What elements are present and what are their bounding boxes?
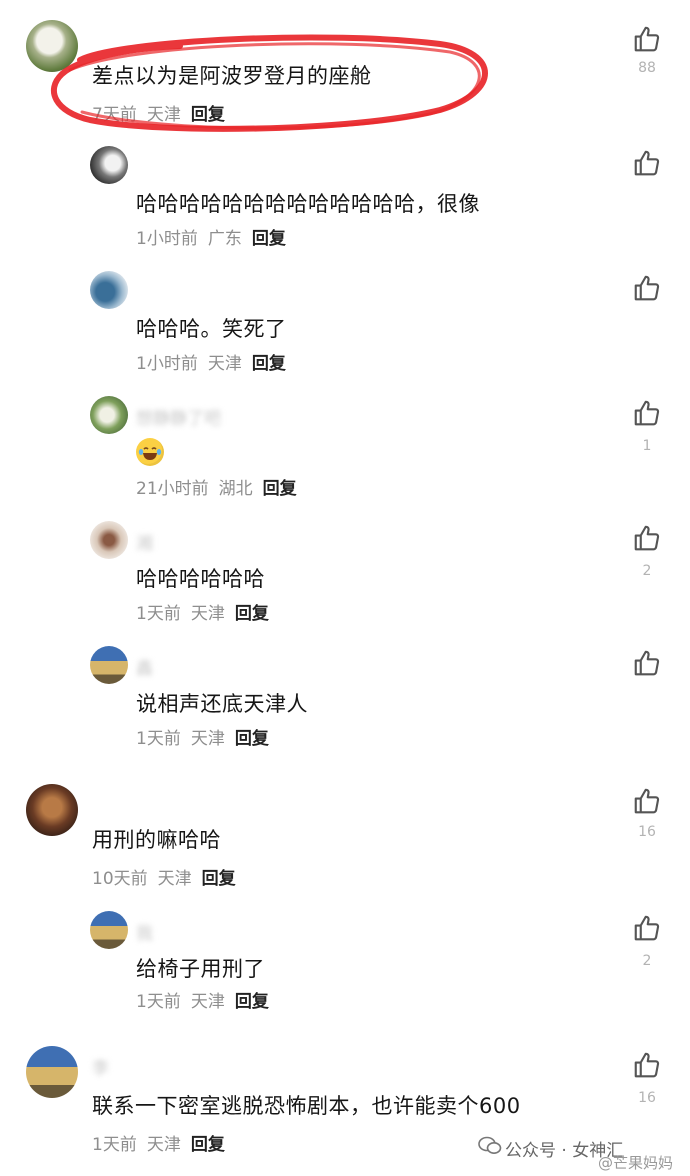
comment-location: 天津 xyxy=(146,1135,181,1155)
comment-time: 1小时前 xyxy=(136,229,198,249)
comment-meta: 1天前 天津 回复 xyxy=(136,987,279,1012)
comment-time: 1天前 xyxy=(136,992,181,1012)
like-count: 88 xyxy=(638,60,656,76)
comment-location: 天津 xyxy=(146,105,181,125)
thumbs-up-icon[interactable] xyxy=(632,273,662,303)
comment-location: 天津 xyxy=(157,869,192,889)
comment-text: 差点以为是阿波罗登月的座舱 xyxy=(92,64,372,88)
thumbs-up-icon[interactable] xyxy=(632,648,662,678)
thumbs-up-icon[interactable] xyxy=(632,786,662,816)
comment-item: 用刑的嘛哈哈 10天前 天津 回复 16 xyxy=(0,770,690,900)
reply-button[interactable]: 回复 xyxy=(252,354,286,374)
reply-item: 我 给椅子用刑了 1天前 天津 回复 2 xyxy=(0,905,690,1030)
reply-button[interactable]: 回复 xyxy=(252,229,286,249)
avatar[interactable] xyxy=(90,646,128,684)
laughing-tears-emoji-icon xyxy=(136,438,164,466)
comment-location: 广东 xyxy=(207,229,242,249)
like-count: 16 xyxy=(638,1090,656,1106)
comment-time: 7天前 xyxy=(92,105,137,125)
comment-time: 21小时前 xyxy=(136,479,209,499)
comment-time: 1天前 xyxy=(92,1135,137,1155)
comment-time: 1小时前 xyxy=(136,354,198,374)
reply-button[interactable]: 回复 xyxy=(235,992,269,1012)
comment-location: 天津 xyxy=(207,354,242,374)
comment-time: 1天前 xyxy=(136,604,181,624)
comment-meta: 1天前 天津 回复 xyxy=(136,724,279,749)
like-count: 1 xyxy=(642,438,652,454)
avatar[interactable] xyxy=(90,396,128,434)
username-blurred: 鑫 xyxy=(136,659,153,679)
comment-text: 说相声还底天津人 xyxy=(136,692,308,716)
username-blurred: 湘 xyxy=(136,534,153,554)
like-count: 2 xyxy=(642,563,652,579)
reply-item: 想静静了吧 21小时前 湖北 回复 1 xyxy=(0,390,690,515)
comment-time: 10天前 xyxy=(92,869,148,889)
comment-location: 湖北 xyxy=(218,479,253,499)
comment-meta: 21小时前 湖北 回复 xyxy=(136,474,307,499)
comment-text: 哈哈哈哈哈哈 xyxy=(136,567,265,591)
comment-meta: 1天前 天津 回复 xyxy=(136,599,279,624)
thumbs-up-icon[interactable] xyxy=(632,523,662,553)
weibo-watermark: @芒果妈妈 xyxy=(598,1154,674,1172)
thumbs-up-icon[interactable] xyxy=(632,398,662,428)
comment-meta: 1小时前 广东 回复 xyxy=(136,224,296,249)
avatar[interactable] xyxy=(90,146,128,184)
thumbs-up-icon[interactable] xyxy=(632,148,662,178)
comment-text: 哈哈哈。笑死了 xyxy=(136,317,287,341)
avatar[interactable] xyxy=(90,271,128,309)
username-blurred: 想静静了吧 xyxy=(136,409,221,429)
comment-location: 天津 xyxy=(190,604,225,624)
avatar[interactable] xyxy=(26,1046,78,1098)
comment-text: 用刑的嘛哈哈 xyxy=(92,828,221,852)
reply-item: 湘 哈哈哈哈哈哈 1天前 天津 回复 2 xyxy=(0,515,690,640)
comment-location: 天津 xyxy=(190,729,225,749)
comment-meta: 10天前 天津 回复 xyxy=(92,864,246,889)
wechat-logo-icon xyxy=(478,1136,502,1154)
like-count: 16 xyxy=(638,824,656,840)
comment-text: 联系一下密室逃脱恐怖剧本，也许能卖个600 xyxy=(92,1094,521,1118)
reply-button[interactable]: 回复 xyxy=(263,479,297,499)
comment-time: 1天前 xyxy=(136,729,181,749)
avatar[interactable] xyxy=(26,20,78,72)
avatar[interactable] xyxy=(90,911,128,949)
comment-meta: 7天前 天津 回复 xyxy=(92,100,235,125)
reply-button[interactable]: 回复 xyxy=(202,869,236,889)
comment-text: 哈哈哈哈哈哈哈哈哈哈哈哈哈，很像 xyxy=(136,192,480,216)
reply-button[interactable]: 回复 xyxy=(191,105,225,125)
avatar[interactable] xyxy=(26,784,78,836)
comment-meta: 1天前 天津 回复 xyxy=(92,1130,235,1155)
thumbs-up-icon[interactable] xyxy=(632,24,662,54)
thumbs-up-icon[interactable] xyxy=(632,1050,662,1080)
comment-item: 差点以为是阿波罗登月的座舱 7天前 天津 回复 88 xyxy=(0,0,690,140)
reply-item: 哈哈哈哈哈哈哈哈哈哈哈哈哈，很像 1小时前 广东 回复 xyxy=(0,140,690,265)
username-blurred: 李 xyxy=(92,1059,109,1079)
comment-location: 天津 xyxy=(190,992,225,1012)
like-count: 2 xyxy=(642,953,652,969)
avatar[interactable] xyxy=(90,521,128,559)
thumbs-up-icon[interactable] xyxy=(632,913,662,943)
comment-text: 给椅子用刑了 xyxy=(136,957,265,981)
reply-item: 鑫 说相声还底天津人 1天前 天津 回复 xyxy=(0,640,690,765)
reply-button[interactable]: 回复 xyxy=(235,604,269,624)
reply-button[interactable]: 回复 xyxy=(235,729,269,749)
username-blurred: 我 xyxy=(136,924,153,944)
reply-item: 哈哈哈。笑死了 1小时前 天津 回复 xyxy=(0,265,690,390)
comment-meta: 1小时前 天津 回复 xyxy=(136,349,296,374)
reply-button[interactable]: 回复 xyxy=(191,1135,225,1155)
